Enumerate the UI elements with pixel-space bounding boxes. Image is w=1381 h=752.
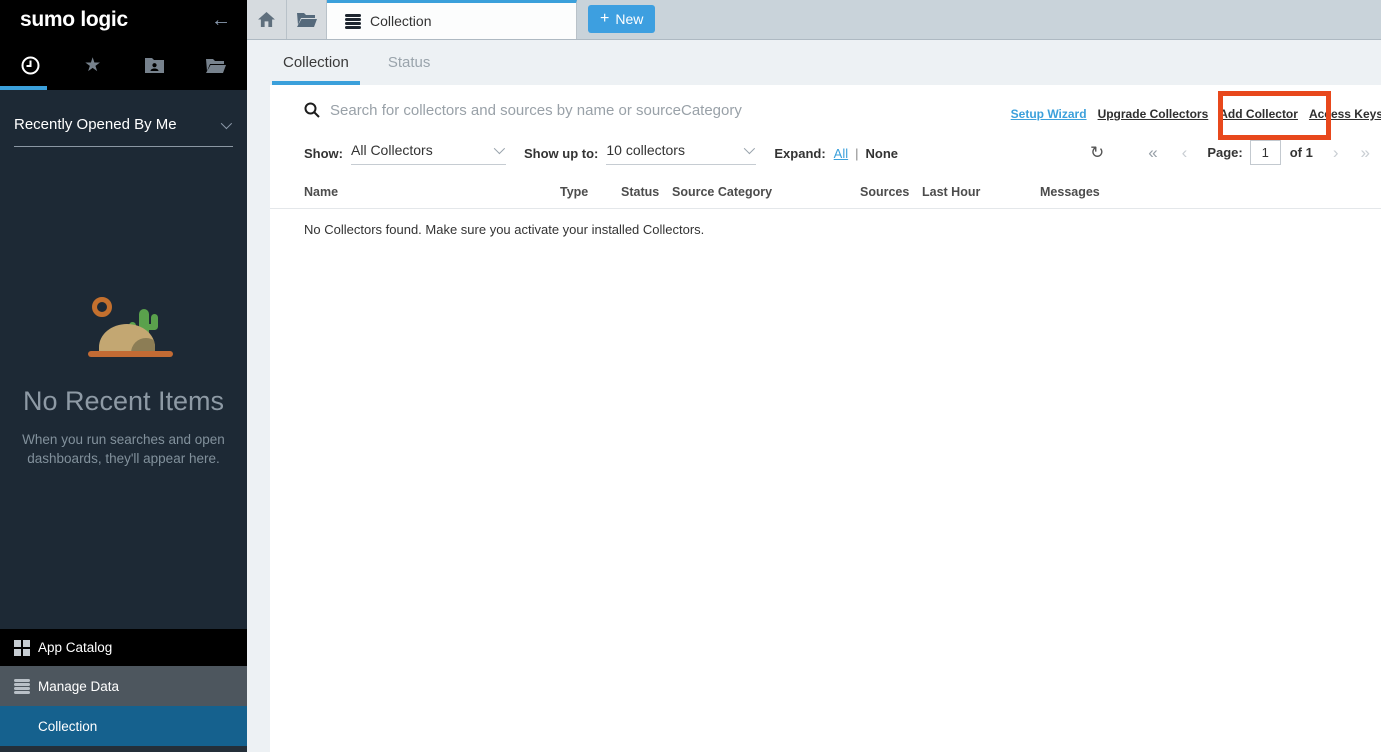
- column-header-type[interactable]: Type: [560, 185, 621, 199]
- pagination: ↻ « ‹ Page: of 1 › »: [1090, 140, 1370, 165]
- sun-icon: [92, 297, 112, 317]
- list-controls: Show: All Collectors Show up to: 10 coll…: [304, 142, 898, 165]
- first-page-icon[interactable]: «: [1148, 143, 1157, 163]
- search-icon: [304, 102, 320, 118]
- sidebar-item-label: App Catalog: [38, 640, 112, 655]
- page-size-dropdown[interactable]: 10 collectors: [606, 142, 756, 165]
- expand-none-link[interactable]: None: [866, 146, 899, 161]
- column-header-sources[interactable]: Sources: [860, 185, 922, 199]
- chevron-down-icon: [221, 117, 232, 128]
- empty-state-title: No Recent Items: [0, 386, 247, 417]
- empty-state-description: When you run searches and open dashboard…: [16, 430, 231, 468]
- refresh-icon[interactable]: ↻: [1090, 143, 1104, 163]
- open-folder-icon: [297, 12, 317, 27]
- column-header-last-hour[interactable]: Last Hour: [922, 185, 1040, 199]
- collectors-table-header: Name Type Status Source Category Sources…: [270, 185, 1381, 209]
- subtab-label: Status: [388, 54, 431, 71]
- sidebar-bottom-menu: App Catalog Manage Data Collection: [0, 629, 247, 752]
- database-icon: [14, 679, 38, 694]
- subtab-collection[interactable]: Collection: [272, 40, 360, 85]
- tab-strip: Collection + New: [247, 0, 1381, 40]
- next-page-icon[interactable]: ›: [1333, 143, 1339, 163]
- collapse-sidebar-icon[interactable]: ←: [211, 10, 231, 30]
- database-icon: [345, 14, 361, 29]
- sidebar: sumo logic ← ★: [0, 0, 247, 752]
- sidebar-tab-favorites[interactable]: ★: [62, 40, 124, 90]
- page-label: Page:: [1207, 145, 1242, 160]
- subtab-label: Collection: [283, 54, 349, 71]
- column-header-messages[interactable]: Messages: [1040, 185, 1100, 199]
- setup-wizard-link[interactable]: Setup Wizard: [1011, 107, 1087, 121]
- recent-filter-dropdown[interactable]: Recently Opened By Me: [14, 116, 233, 147]
- subtab-status[interactable]: Status: [377, 40, 442, 85]
- sidebar-item-collection[interactable]: Collection: [0, 706, 247, 746]
- column-header-status[interactable]: Status: [621, 185, 672, 199]
- add-collector-link[interactable]: Add Collector: [1219, 107, 1298, 121]
- action-links: Setup Wizard Upgrade Collectors Add Coll…: [1011, 107, 1381, 121]
- collection-panel: Setup Wizard Upgrade Collectors Add Coll…: [270, 85, 1381, 752]
- search-input[interactable]: [330, 97, 1010, 123]
- sidebar-tab-recents[interactable]: [0, 40, 62, 90]
- sidebar-item-label: Collection: [38, 719, 97, 734]
- divider: |: [855, 146, 858, 161]
- recent-filter-value: Recently Opened By Me: [14, 116, 177, 133]
- show-label: Show:: [304, 146, 343, 161]
- main-area: Collection + New Collection Status Setup…: [247, 0, 1381, 752]
- show-collectors-dropdown[interactable]: All Collectors: [351, 142, 506, 165]
- sidebar-item-manage-data[interactable]: Manage Data: [0, 666, 247, 706]
- sidebar-item-label: Manage Data: [38, 679, 119, 694]
- last-page-icon[interactable]: »: [1361, 143, 1370, 163]
- tab-label: Collection: [370, 13, 431, 29]
- tab-collection[interactable]: Collection: [327, 0, 577, 39]
- sidebar-icon-nav: ★: [0, 40, 247, 90]
- clock-icon: [21, 56, 40, 75]
- sidebar-tab-shared[interactable]: [124, 40, 186, 90]
- plus-icon: +: [600, 11, 609, 27]
- home-icon: [258, 12, 275, 27]
- ground-line: [88, 351, 173, 357]
- open-folder-icon: [206, 58, 226, 73]
- column-header-name[interactable]: Name: [304, 185, 560, 199]
- page-number-input[interactable]: [1250, 140, 1281, 165]
- folder-user-icon: [145, 57, 164, 73]
- sumo-logic-app: sumo logic ← ★: [0, 0, 1381, 752]
- subtab-bar: Collection Status: [247, 40, 458, 85]
- column-header-source-category[interactable]: Source Category: [672, 185, 860, 199]
- sidebar-header: sumo logic ←: [0, 0, 247, 40]
- sidebar-tab-library[interactable]: [185, 40, 247, 90]
- prev-page-icon[interactable]: ‹: [1182, 143, 1188, 163]
- new-button[interactable]: + New: [588, 5, 655, 33]
- access-keys-link[interactable]: Access Keys: [1309, 107, 1381, 121]
- sidebar-item-app-catalog[interactable]: App Catalog: [0, 629, 247, 666]
- grid-icon: [14, 640, 38, 656]
- expand-label: Expand:: [774, 146, 825, 161]
- page-size-value: 10 collectors: [606, 142, 685, 158]
- expand-all-link[interactable]: All: [834, 146, 848, 161]
- sumo-logic-logo: sumo logic: [20, 8, 128, 32]
- star-icon: ★: [84, 56, 101, 75]
- show-up-to-label: Show up to:: [524, 146, 598, 161]
- desert-illustration: [59, 292, 189, 362]
- empty-table-message: No Collectors found. Make sure you activ…: [304, 222, 704, 237]
- chevron-down-icon: [744, 143, 755, 154]
- page-total: of 1: [1290, 145, 1313, 160]
- show-collectors-value: All Collectors: [351, 142, 433, 158]
- sidebar-next-item-edge: [0, 746, 247, 752]
- new-button-label: New: [615, 11, 643, 27]
- folder-tab-button[interactable]: [287, 0, 327, 39]
- sidebar-empty-state: No Recent Items When you run searches an…: [0, 292, 247, 468]
- upgrade-collectors-link[interactable]: Upgrade Collectors: [1098, 107, 1209, 121]
- chevron-down-icon: [494, 143, 505, 154]
- home-tab-button[interactable]: [247, 0, 287, 39]
